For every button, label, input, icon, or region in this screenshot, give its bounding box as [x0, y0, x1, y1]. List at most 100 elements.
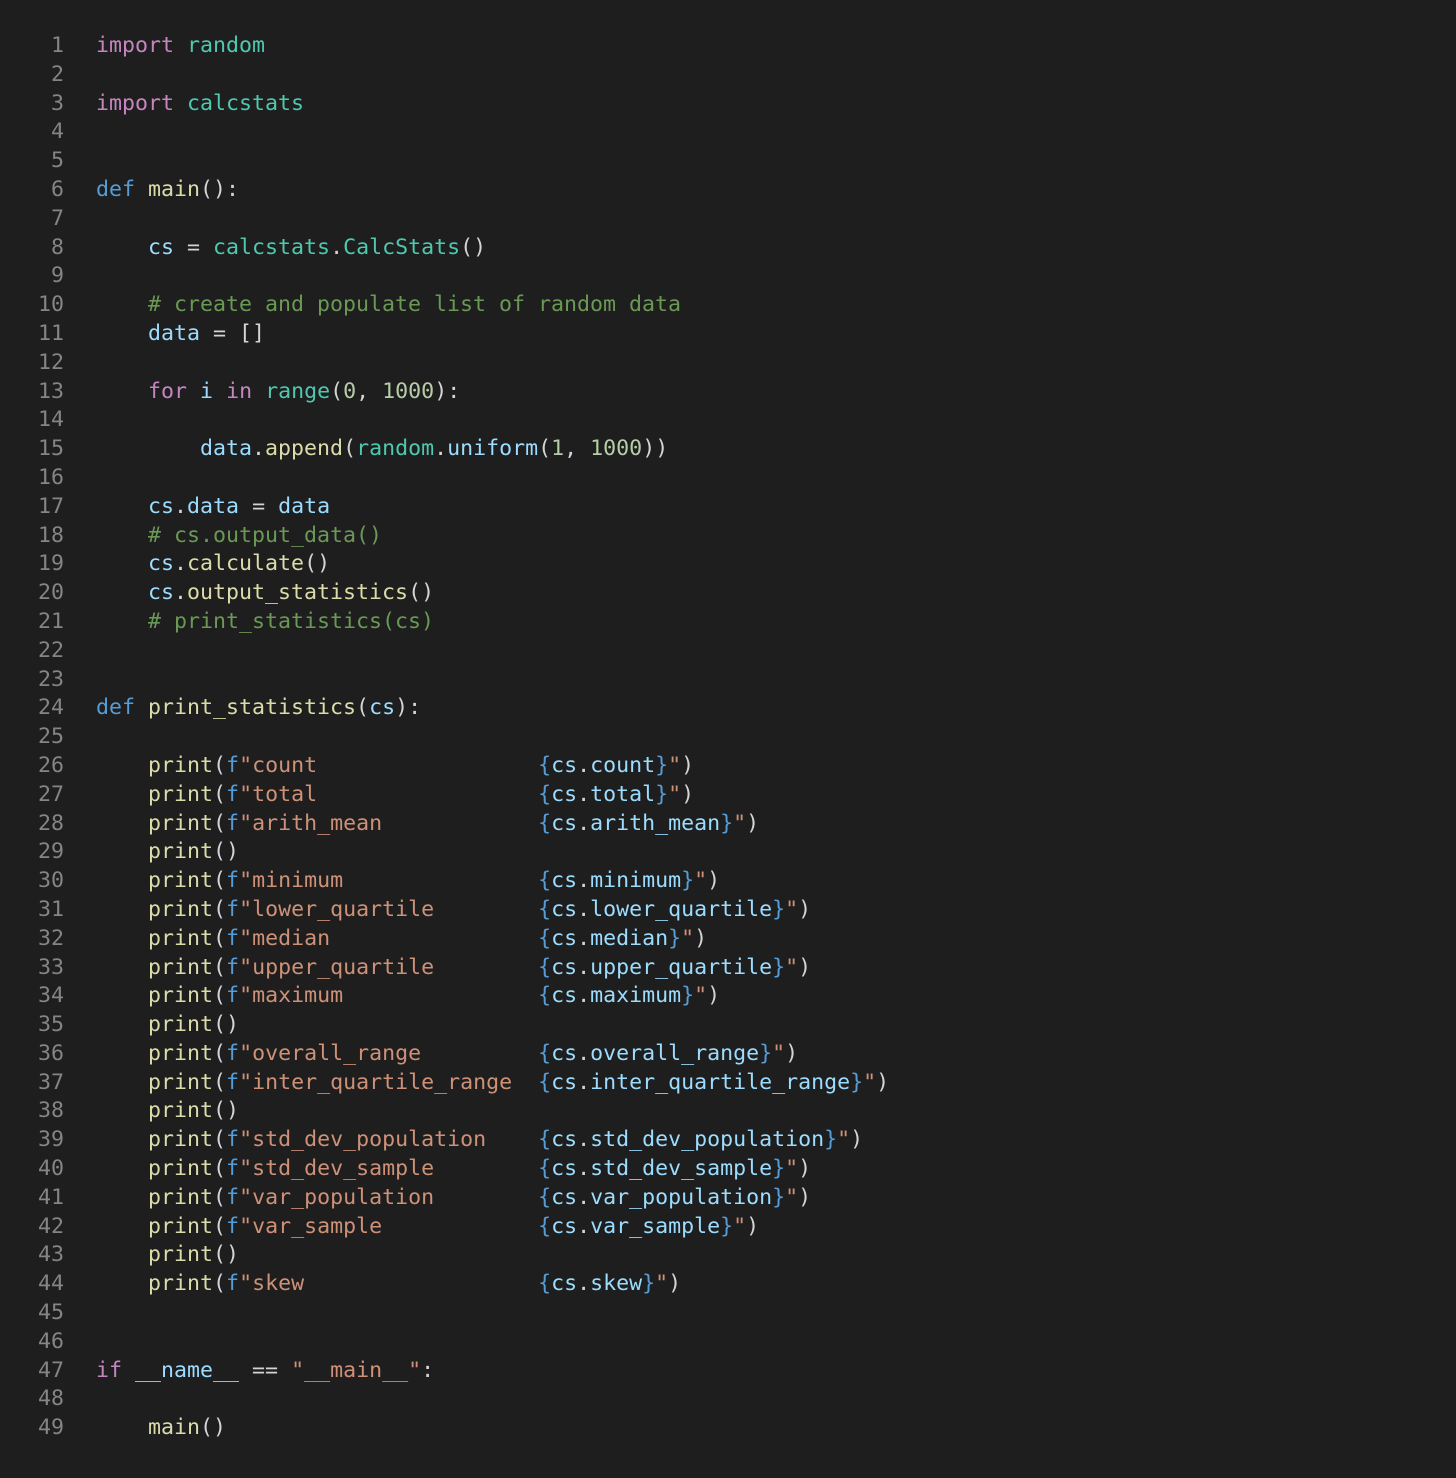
line-code[interactable]: print(f"overall_range {cs.overall_range}… [96, 1040, 798, 1069]
line-code[interactable]: def print_statistics(cs): [96, 694, 421, 723]
code-line[interactable]: 1 import random [0, 32, 1456, 61]
code-line[interactable]: 6 def main(): [0, 176, 1456, 205]
line-code[interactable]: print() [96, 838, 239, 867]
line-code[interactable]: cs.calculate() [96, 550, 330, 579]
code-line[interactable]: 14 [0, 406, 1456, 435]
line-code[interactable]: import random [96, 32, 265, 61]
code-line[interactable]: 16 [0, 464, 1456, 493]
code-token: ) [746, 1213, 760, 1239]
code-line[interactable]: 15 data.append(random.uniform(1, 1000)) [0, 435, 1456, 464]
line-code[interactable]: print(f"total {cs.total}") [96, 781, 694, 810]
code-line[interactable]: 2 [0, 61, 1456, 90]
code-line[interactable]: 36 print(f"overall_range {cs.overall_ran… [0, 1040, 1456, 1069]
line-code[interactable]: print(f"upper_quartile {cs.upper_quartil… [96, 954, 811, 983]
code-token: "std_dev_population [239, 1127, 539, 1153]
code-line[interactable]: 42 print(f"var_sample {cs.var_sample}") [0, 1213, 1456, 1242]
code-line[interactable]: 40 print(f"std_dev_sample {cs.std_dev_sa… [0, 1155, 1456, 1184]
line-code[interactable]: print(f"std_dev_sample {cs.std_dev_sampl… [96, 1155, 811, 1184]
line-code[interactable]: print(f"median {cs.median}") [96, 925, 707, 954]
code-line[interactable]: 34 print(f"maximum {cs.maximum}") [0, 982, 1456, 1011]
code-line[interactable]: 48 [0, 1385, 1456, 1414]
line-code[interactable]: print(f"std_dev_population {cs.std_dev_p… [96, 1126, 863, 1155]
line-code[interactable]: data = [] [96, 320, 265, 349]
code-line[interactable]: 31 print(f"lower_quartile {cs.lower_quar… [0, 896, 1456, 925]
code-line[interactable]: 41 print(f"var_population {cs.var_popula… [0, 1184, 1456, 1213]
code-line[interactable]: 44 print(f"skew {cs.skew}") [0, 1270, 1456, 1299]
code-line[interactable]: 13 for i in range(0, 1000): [0, 378, 1456, 407]
line-code[interactable]: for i in range(0, 1000): [96, 378, 460, 407]
code-token: . [577, 1040, 591, 1066]
code-line[interactable]: 28 print(f"arith_mean {cs.arith_mean}") [0, 810, 1456, 839]
code-token: f [226, 810, 240, 836]
code-token: . [577, 810, 591, 836]
line-code[interactable]: # create and populate list of random dat… [96, 291, 681, 320]
code-line[interactable]: 35 print() [0, 1011, 1456, 1040]
code-line[interactable]: 22 [0, 637, 1456, 666]
line-code[interactable]: import calcstats [96, 90, 304, 119]
code-line[interactable]: 21 # print_statistics(cs) [0, 608, 1456, 637]
code-line[interactable]: 29 print() [0, 838, 1456, 867]
code-line[interactable]: 33 print(f"upper_quartile {cs.upper_quar… [0, 954, 1456, 983]
code-line[interactable]: 49 main() [0, 1414, 1456, 1443]
code-token: f [226, 925, 240, 951]
code-line[interactable]: 47 if __name__ == "__main__": [0, 1357, 1456, 1386]
code-line[interactable]: 7 [0, 205, 1456, 234]
line-code[interactable]: cs.data = data [96, 493, 330, 522]
line-code[interactable]: main() [96, 1414, 226, 1443]
line-code[interactable]: # cs.output_data() [96, 522, 382, 551]
code-editor[interactable]: 1 import random 2 3 import calcstats 4 5 6 def m… [0, 32, 1456, 1443]
code-line[interactable]: 20 cs.output_statistics() [0, 579, 1456, 608]
line-code[interactable]: print(f"arith_mean {cs.arith_mean}") [96, 810, 759, 839]
line-code[interactable]: print(f"lower_quartile {cs.lower_quartil… [96, 896, 811, 925]
code-line[interactable]: 5 [0, 147, 1456, 176]
code-token: __name__ [135, 1357, 240, 1383]
code-line[interactable]: 17 cs.data = data [0, 493, 1456, 522]
code-token: if [96, 1357, 123, 1383]
line-code[interactable]: print(f"minimum {cs.minimum}") [96, 867, 720, 896]
code-line[interactable]: 39 print(f"std_dev_population {cs.std_de… [0, 1126, 1456, 1155]
line-number: 17 [37, 493, 64, 519]
code-line[interactable]: 8 cs = calcstats.CalcStats() [0, 234, 1456, 263]
code-line[interactable]: 23 [0, 666, 1456, 695]
code-line[interactable]: 43 print() [0, 1241, 1456, 1270]
code-token: cs [551, 1040, 578, 1066]
code-line[interactable]: 18 # cs.output_data() [0, 522, 1456, 551]
line-code[interactable]: cs.output_statistics() [96, 579, 434, 608]
line-code[interactable]: print(f"var_population {cs.var_populatio… [96, 1184, 811, 1213]
line-code[interactable]: print() [96, 1241, 239, 1270]
code-line[interactable]: 30 print(f"minimum {cs.minimum}") [0, 867, 1456, 896]
line-code[interactable]: print(f"count {cs.count}") [96, 752, 694, 781]
line-code[interactable]: data.append(random.uniform(1, 1000)) [96, 435, 668, 464]
code-token: ( [213, 1127, 227, 1153]
line-code[interactable]: print() [96, 1011, 239, 1040]
code-line[interactable]: 9 [0, 262, 1456, 291]
code-line[interactable]: 25 [0, 723, 1456, 752]
code-line[interactable]: 10 # create and populate list of random … [0, 291, 1456, 320]
line-code[interactable]: print() [96, 1097, 239, 1126]
code-line[interactable]: 27 print(f"total {cs.total}") [0, 781, 1456, 810]
line-code[interactable]: print(f"var_sample {cs.var_sample}") [96, 1213, 759, 1242]
line-number: 7 [50, 205, 64, 231]
code-line[interactable]: 37 print(f"inter_quartile_range {cs.inte… [0, 1069, 1456, 1098]
code-line[interactable]: 38 print() [0, 1097, 1456, 1126]
line-code[interactable]: print(f"inter_quartile_range {cs.inter_q… [96, 1069, 889, 1098]
code-token: f [226, 1127, 240, 1153]
line-code[interactable]: def main(): [96, 176, 239, 205]
code-line[interactable]: 3 import calcstats [0, 90, 1456, 119]
code-line[interactable]: 4 [0, 118, 1456, 147]
line-code[interactable]: print(f"maximum {cs.maximum}") [96, 982, 720, 1011]
code-line[interactable]: 32 print(f"median {cs.median}") [0, 925, 1456, 954]
code-line[interactable]: 11 data = [] [0, 320, 1456, 349]
code-line[interactable]: 12 [0, 349, 1456, 378]
line-code[interactable]: print(f"skew {cs.skew}") [96, 1270, 681, 1299]
line-code[interactable]: cs = calcstats.CalcStats() [96, 234, 486, 263]
code-line[interactable]: 45 [0, 1299, 1456, 1328]
line-code[interactable]: # print_statistics(cs) [96, 608, 434, 637]
code-line[interactable]: 24 def print_statistics(cs): [0, 694, 1456, 723]
code-line[interactable]: 19 cs.calculate() [0, 550, 1456, 579]
code-line[interactable]: 46 [0, 1328, 1456, 1357]
line-code[interactable]: if __name__ == "__main__": [96, 1357, 434, 1386]
code-line[interactable]: 26 print(f"count {cs.count}") [0, 752, 1456, 781]
